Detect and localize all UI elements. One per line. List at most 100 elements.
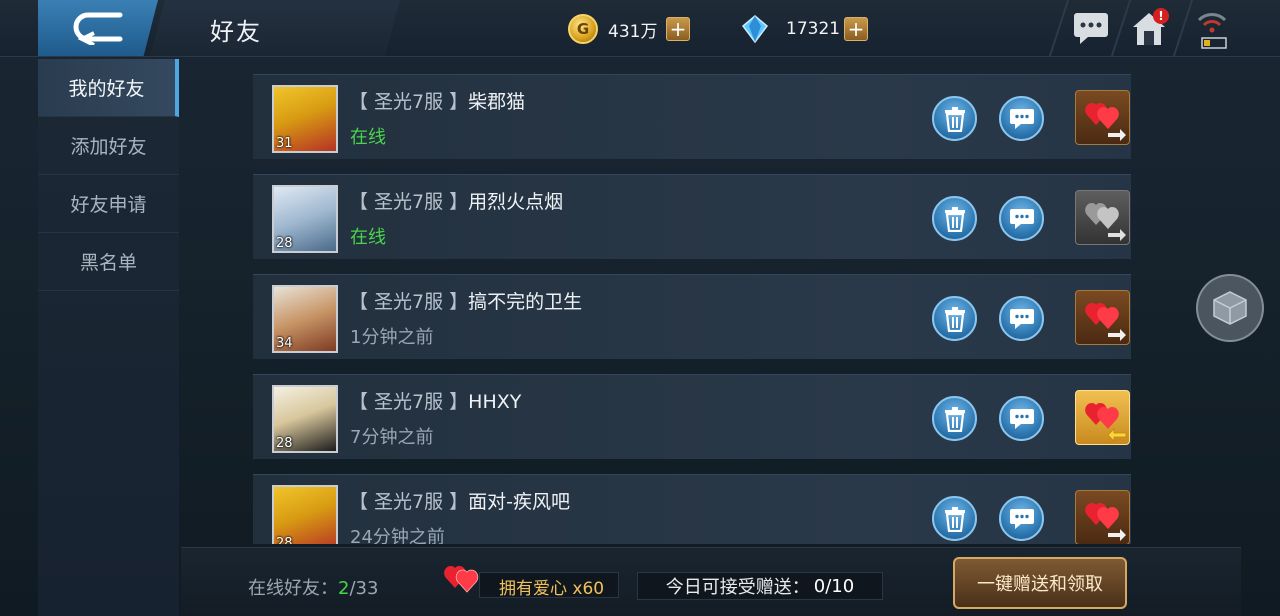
chat-button[interactable] [1069,8,1113,48]
delete-friend-button[interactable] [932,296,977,341]
delete-friend-button[interactable] [932,496,977,541]
server-tag: 【 圣光7服 】 [349,291,469,313]
server-tag: 【 圣光7服 】 [349,91,469,113]
gold-display: G 431万 + [568,14,690,44]
last-online-status: 24分钟之前 [350,527,445,544]
app-root: 好友 G 431万 + 17321 + ! 我的好友 添加好友 好友申请 黑名单… [0,0,1280,616]
friend-name: 搞不完的卫生 [468,291,583,313]
message-icon [1009,108,1034,129]
daily-receive-limit: 今日可接受赠送： 0/10 [637,572,883,600]
online-friends-count: 在线好友：2/33 [248,574,378,600]
receive-label: 今日可接受赠送： [665,577,810,598]
send-and-receive-all-button[interactable]: 一键赠送和领取 [953,557,1127,609]
footer-bar: 在线好友：2/33 拥有爱心 x60 今日可接受赠送： 0/10 一键赠送和领取 [181,547,1241,616]
trash-icon [944,406,965,432]
send-heart-button[interactable] [1075,490,1130,544]
home-button[interactable]: ! [1127,8,1171,48]
chat-friend-button[interactable] [999,296,1044,341]
friend-avatar[interactable]: 28 [272,185,338,253]
top-bar: 好友 G 431万 + 17321 + ! [0,0,1280,57]
chat-friend-button[interactable] [999,196,1044,241]
message-icon [1009,408,1034,429]
last-online-status: 1分钟之前 [350,327,434,348]
sidebar-item-my-friends[interactable]: 我的好友 [38,59,179,117]
network-status [1192,8,1232,49]
friend-name-line: 【 圣光7服 】面对-疾风吧 [349,487,570,514]
friend-row: 28 【 圣光7服 】用烈火点烟 在线 [253,174,1131,259]
gem-amount: 17321 [786,19,841,39]
server-tag: 【 圣光7服 】 [349,191,469,213]
send-heart-button-disabled[interactable] [1075,190,1130,245]
back-button[interactable] [38,0,158,56]
friend-name: 面对-疾风吧 [468,491,571,513]
hearts-send-grey-icon [1084,202,1126,241]
sidebar-item-blacklist[interactable]: 黑名单 [38,233,179,291]
friend-list[interactable]: 31 【 圣光7服 】柴郡猫 在线 28 【 圣光7服 】用烈火点烟 在线 34… [253,74,1131,544]
page-title: 好友 [210,18,262,46]
notification-badge: ! [1153,8,1169,24]
hearts-send-icon [1084,102,1126,141]
hearts-icon [444,566,479,593]
add-gold-button[interactable]: + [666,17,690,41]
sidebar: 我的好友 添加好友 好友申请 黑名单 [38,59,179,616]
server-tag: 【 圣光7服 】 [349,391,469,413]
level-badge: 28 [276,536,293,544]
delete-friend-button[interactable] [932,196,977,241]
friend-name-line: 【 圣光7服 】HHXY [349,387,521,414]
send-heart-button[interactable] [1075,90,1130,145]
friend-row: 28 【 圣光7服 】HHXY 7分钟之前 [253,374,1131,459]
friend-row: 34 【 圣光7服 】搞不完的卫生 1分钟之前 [253,274,1131,359]
friend-avatar[interactable]: 31 [272,85,338,153]
floating-assist-button[interactable] [1196,274,1264,342]
friend-name: 用烈火点烟 [468,191,564,213]
online-number: 2 [338,578,350,599]
sidebar-item-friend-requests[interactable]: 好友申请 [38,175,179,233]
receive-value: 0/10 [813,575,855,597]
online-status: 在线 [350,227,386,248]
message-icon [1009,208,1034,229]
delete-friend-button[interactable] [932,396,977,441]
hearts-send-icon [1084,302,1126,341]
level-badge: 34 [276,336,293,351]
trash-icon [944,506,965,532]
friend-row: 28 【 圣光7服 】面对-疾风吧 24分钟之前 [253,474,1131,544]
chat-friend-button[interactable] [999,396,1044,441]
friend-avatar[interactable]: 28 [272,385,338,453]
top-divider [1048,0,1070,56]
message-icon [1009,508,1034,529]
cube-icon [1213,291,1247,325]
online-status: 在线 [350,127,386,148]
back-arrow-icon [73,12,123,45]
friend-name: HHXY [468,391,522,413]
server-tag: 【 圣光7服 】 [349,491,469,513]
diamond-icon [740,14,770,44]
friend-name-line: 【 圣光7服 】搞不完的卫生 [349,287,582,314]
friend-avatar[interactable]: 34 [272,285,338,353]
delete-friend-button[interactable] [932,96,977,141]
wifi-battery-icon [1197,13,1227,49]
receive-heart-button[interactable] [1075,390,1130,445]
last-online-status: 7分钟之前 [350,427,434,448]
chat-friend-button[interactable] [999,96,1044,141]
chat-friend-button[interactable] [999,496,1044,541]
friend-row: 31 【 圣光7服 】柴郡猫 在线 [253,74,1131,159]
hearts-send-icon [1084,502,1126,541]
top-divider [1172,0,1194,56]
message-icon [1009,308,1034,329]
friend-avatar[interactable]: 28 [272,485,338,544]
gold-coin-symbol: G [576,20,590,38]
level-badge: 28 [276,436,293,451]
gold-amount: 431万 [608,21,658,42]
gold-coin-icon: G [568,14,598,44]
trash-icon [944,206,965,232]
gem-display: 17321 + [740,14,868,44]
hearts-owned: 拥有爱心 x60 [439,560,621,600]
friend-name: 柴郡猫 [468,91,526,113]
friend-name-line: 【 圣光7服 】用烈火点烟 [349,187,563,214]
send-heart-button[interactable] [1075,290,1130,345]
hearts-owned-text: 拥有爱心 x60 [499,579,605,599]
sidebar-item-add-friend[interactable]: 添加好友 [38,117,179,175]
title-tab [150,0,400,56]
add-gem-button[interactable]: + [844,17,868,41]
friend-name-line: 【 圣光7服 】柴郡猫 [349,87,525,114]
